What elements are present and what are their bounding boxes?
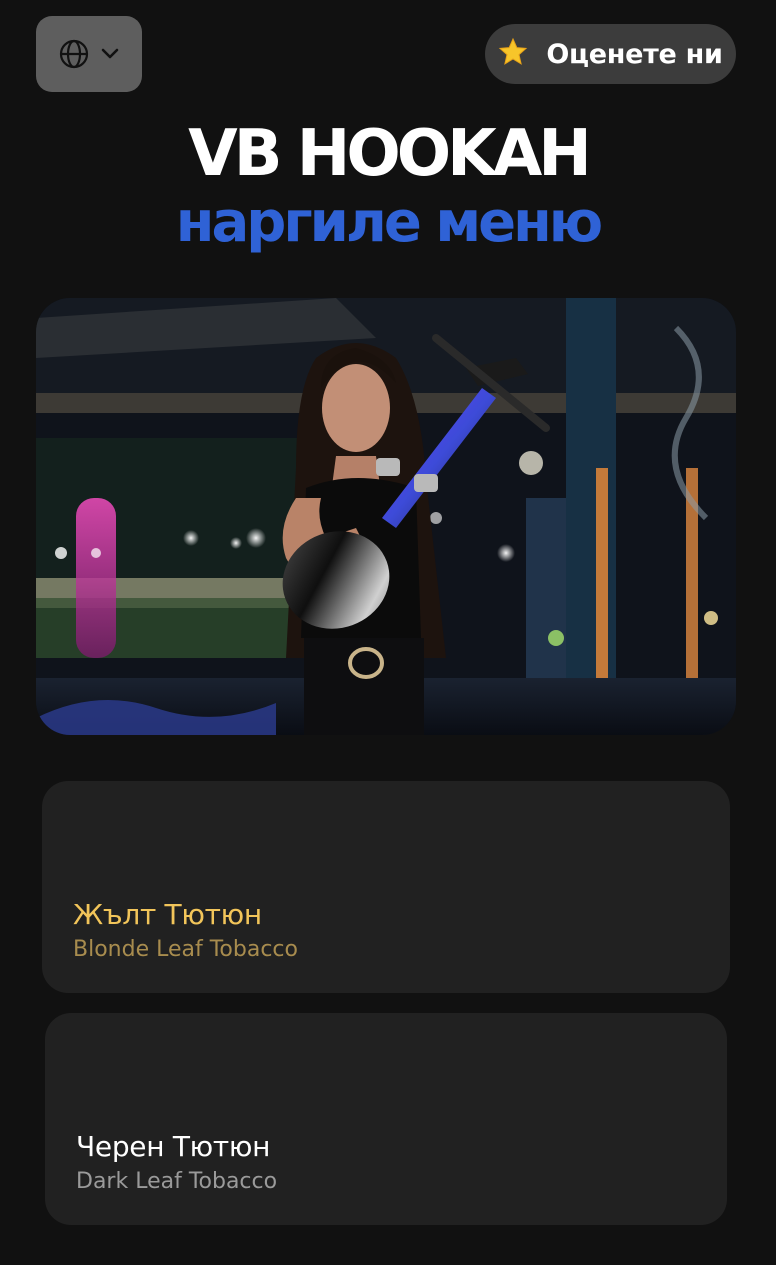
category-card-blonde-tobacco[interactable]: Жълт Тютюн Blonde Leaf Tobacco [42, 781, 730, 993]
category-card-dark-tobacco[interactable]: Черен Тютюн Dark Leaf Tobacco [45, 1013, 727, 1225]
rate-us-label: Оценете ни [546, 38, 723, 70]
category-title: Черен Тютюн [76, 1130, 271, 1163]
category-subtitle: Dark Leaf Tobacco [76, 1169, 278, 1194]
star-icon [498, 37, 528, 72]
menu-page: Оценете ни VB HOOKAH наргиле меню Жълт Т… [0, 0, 776, 1265]
category-title: Жълт Тютюн [73, 898, 262, 931]
globe-icon [58, 38, 90, 70]
chevron-down-icon [100, 47, 120, 61]
category-subtitle: Blonde Leaf Tobacco [73, 937, 298, 962]
brand-title: VB HOOKAH [188, 117, 592, 191]
language-selector-button[interactable] [36, 16, 142, 92]
rate-us-button[interactable]: Оценете ни [485, 24, 736, 84]
hero-image [36, 298, 736, 735]
brand-subtitle: наргиле меню [175, 190, 603, 255]
